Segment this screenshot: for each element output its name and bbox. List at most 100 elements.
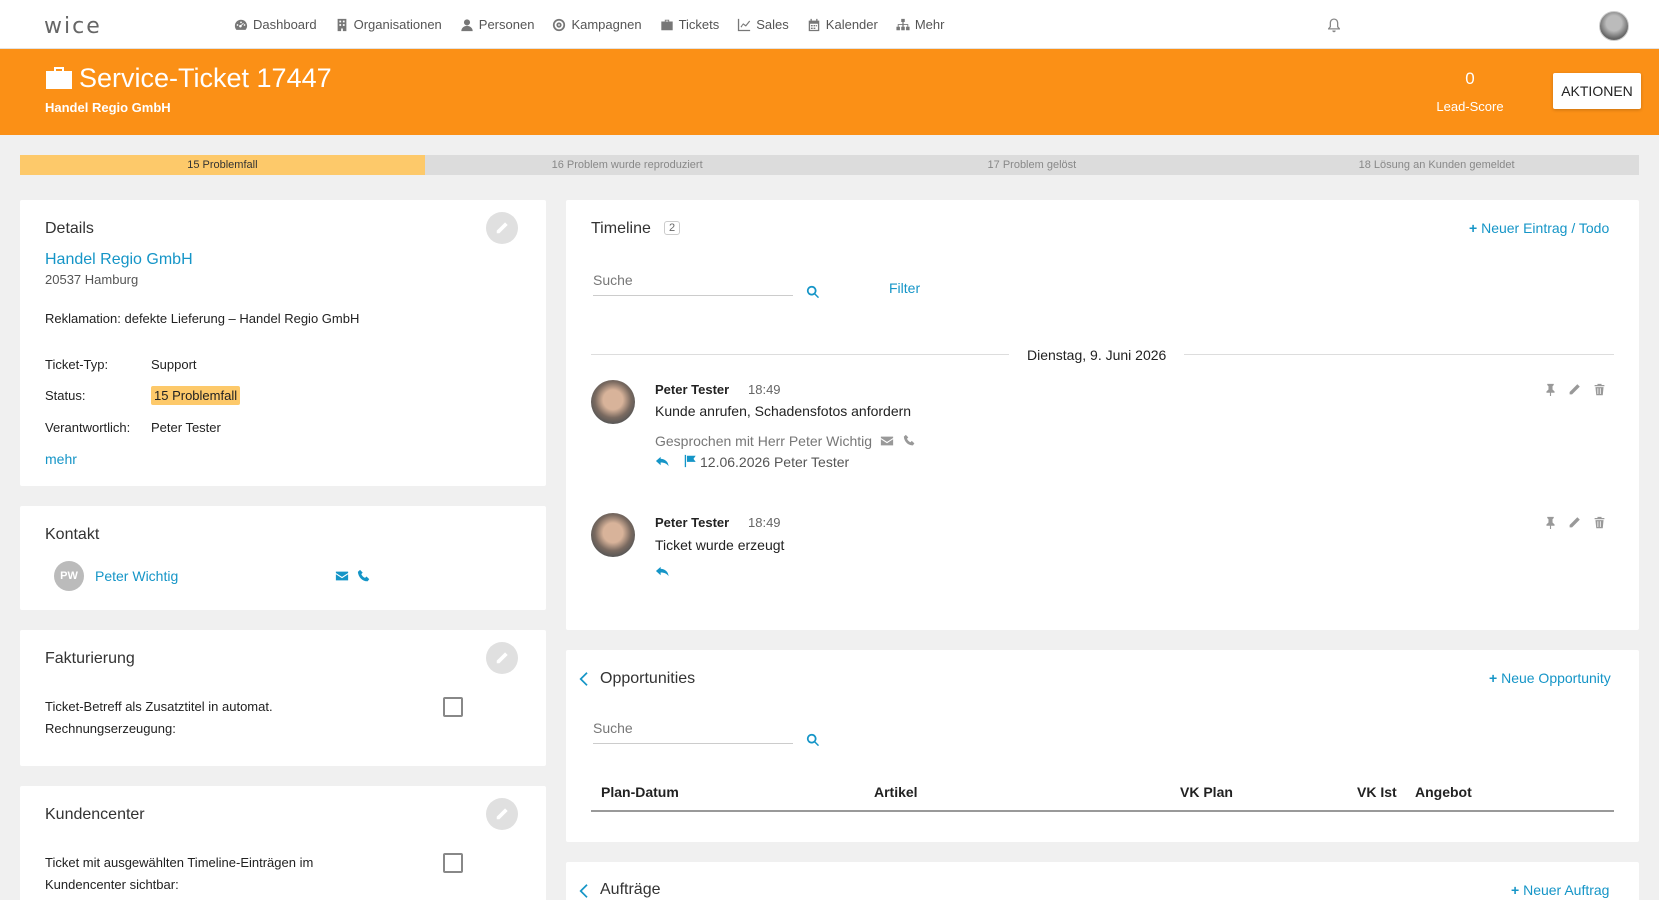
stage-geloest[interactable]: 17 Problem gelöst xyxy=(830,155,1235,175)
search-icon[interactable] xyxy=(806,733,820,747)
timeline-card: Timeline 2 + Neuer Eintrag / Todo Suche … xyxy=(566,200,1639,630)
lead-score-value: 0 xyxy=(1465,69,1475,88)
more-link[interactable]: mehr xyxy=(45,451,77,467)
stage-gemeldet[interactable]: 18 Lösung an Kunden gemeldet xyxy=(1234,155,1639,175)
billing-checkbox[interactable] xyxy=(443,697,463,717)
chevron-left-icon[interactable] xyxy=(578,672,592,686)
user-avatar[interactable] xyxy=(1599,11,1629,41)
entry-time: 18:49 xyxy=(748,515,781,530)
column-angebot[interactable]: Angebot xyxy=(1415,784,1472,800)
reply-icon[interactable] xyxy=(655,454,670,469)
column-artikel[interactable]: Artikel xyxy=(874,784,918,800)
nav-dashboard-label: Dashboard xyxy=(253,17,317,32)
nav-sales[interactable]: Sales xyxy=(737,17,789,32)
pin-icon[interactable] xyxy=(1544,516,1557,529)
edit-customer-center-button[interactable] xyxy=(486,798,518,830)
email-icon[interactable] xyxy=(880,434,894,448)
trash-icon[interactable] xyxy=(1593,516,1606,529)
orders-card: Aufträge + Neuer Auftrag xyxy=(566,862,1639,900)
stage-reproduziert[interactable]: 16 Problem wurde reproduziert xyxy=(425,155,830,175)
entry-author-avatar xyxy=(591,380,635,424)
target-icon xyxy=(553,18,566,31)
edit-billing-button[interactable] xyxy=(486,642,518,674)
opportunities-search-input[interactable]: Suche xyxy=(593,720,793,744)
contact-card: Kontakt PW Peter Wichtig xyxy=(20,506,546,610)
status-badge: 15 Problemfall xyxy=(151,386,241,405)
phone-icon[interactable] xyxy=(357,569,371,583)
search-icon[interactable] xyxy=(806,285,820,299)
customer-center-card: Kundencenter Ticket mit ausgewählten Tim… xyxy=(20,786,546,900)
nav-mehr[interactable]: Mehr xyxy=(896,17,945,32)
entry-time: 18:49 xyxy=(748,382,781,397)
phone-icon[interactable] xyxy=(903,434,916,447)
column-vk-plan[interactable]: VK Plan xyxy=(1180,784,1233,800)
new-opportunity-link[interactable]: + Neue Opportunity xyxy=(1489,670,1611,686)
person-icon xyxy=(461,18,473,31)
actions-button[interactable]: AKTIONEN xyxy=(1553,73,1641,109)
organisation-address: 20537 Hamburg xyxy=(45,272,139,287)
main-menu: Dashboard Organisationen Personen Kampag… xyxy=(234,17,944,32)
opportunities-title: Opportunities xyxy=(600,670,696,687)
ticket-type-label: Ticket-Typ: xyxy=(45,357,109,372)
pencil-icon[interactable] xyxy=(1568,516,1581,529)
filter-link[interactable]: Filter xyxy=(889,280,920,296)
notification-bell-icon[interactable] xyxy=(1326,17,1342,33)
pin-icon[interactable] xyxy=(1544,383,1557,396)
chart-icon xyxy=(738,18,751,31)
nav-kampagnen[interactable]: Kampagnen xyxy=(552,17,642,32)
stage-problemfall[interactable]: 15 Problemfall xyxy=(20,155,425,175)
billing-label-line2: Rechnungserzeugung: xyxy=(45,721,176,736)
entry-note: Gesprochen mit Herr Peter Wichtig xyxy=(655,433,873,449)
organisation-link[interactable]: Handel Regio GmbH xyxy=(45,251,193,269)
ticket-organisation[interactable]: Handel Regio GmbH xyxy=(45,100,171,115)
entry-text: Ticket wurde erzeugt xyxy=(655,537,785,553)
new-entry-link[interactable]: + Neuer Eintrag / Todo xyxy=(1469,220,1609,236)
timeline-search-input[interactable]: Suche xyxy=(593,272,793,296)
edit-details-button[interactable] xyxy=(486,212,518,244)
pencil-icon[interactable] xyxy=(1568,383,1581,396)
nav-tickets[interactable]: Tickets xyxy=(660,17,719,32)
new-opportunity-label: Neue Opportunity xyxy=(1501,670,1611,686)
stage-progress: 15 Problemfall 16 Problem wurde reproduz… xyxy=(20,155,1639,175)
nav-personen[interactable]: Personen xyxy=(460,17,535,32)
nav-organisationen[interactable]: Organisationen xyxy=(335,17,442,32)
date-divider: Dienstag, 9. Juni 2026 xyxy=(1009,347,1185,363)
plus-icon: + xyxy=(1511,882,1520,898)
nav-organisationen-label: Organisationen xyxy=(353,17,442,32)
dashboard-icon xyxy=(234,19,248,30)
new-entry-label: Neuer Eintrag / Todo xyxy=(1481,220,1610,236)
app-logo[interactable]: wice xyxy=(44,14,102,39)
reply-icon[interactable] xyxy=(655,564,670,579)
nav-personen-label: Personen xyxy=(478,17,535,32)
nav-mehr-label: Mehr xyxy=(914,17,945,32)
calendar-icon xyxy=(808,18,820,31)
orders-title: Aufträge xyxy=(600,881,661,898)
nav-dashboard[interactable]: Dashboard xyxy=(234,17,317,32)
trash-icon[interactable] xyxy=(1593,383,1606,396)
nav-kalender-label: Kalender xyxy=(825,17,878,32)
sitemap-icon xyxy=(896,18,910,30)
entry-author[interactable]: Peter Tester xyxy=(655,515,729,530)
column-plan-datum[interactable]: Plan-Datum xyxy=(601,784,679,800)
ticket-title: Service-Ticket 17447 xyxy=(79,63,332,93)
customer-center-label-line2: Kundencenter sichtbar: xyxy=(45,877,179,892)
pencil-icon xyxy=(496,808,508,820)
contact-name-link[interactable]: Peter Wichtig xyxy=(95,568,178,584)
nav-kalender[interactable]: Kalender xyxy=(807,17,878,32)
entry-text: Kunde anrufen, Schadensfotos anfordern xyxy=(655,403,912,419)
column-vk-ist[interactable]: VK Ist xyxy=(1357,784,1397,800)
chevron-left-icon[interactable] xyxy=(578,884,592,898)
new-order-link[interactable]: + Neuer Auftrag xyxy=(1511,882,1609,898)
ticket-subject: Reklamation: defekte Lieferung – Handel … xyxy=(45,311,360,326)
lead-score-label: Lead-Score xyxy=(1436,99,1504,114)
email-icon[interactable] xyxy=(335,569,349,583)
customer-center-title: Kundencenter xyxy=(45,806,145,823)
plus-icon: + xyxy=(1489,670,1498,686)
customer-center-checkbox[interactable] xyxy=(443,853,463,873)
entry-author[interactable]: Peter Tester xyxy=(655,382,729,397)
opportunities-card: Opportunities + Neue Opportunity Suche P… xyxy=(566,650,1639,842)
flag-icon xyxy=(684,454,696,468)
plus-icon: + xyxy=(1469,220,1478,236)
timeline-title: Timeline xyxy=(591,220,651,237)
responsible-value: Peter Tester xyxy=(151,420,221,435)
